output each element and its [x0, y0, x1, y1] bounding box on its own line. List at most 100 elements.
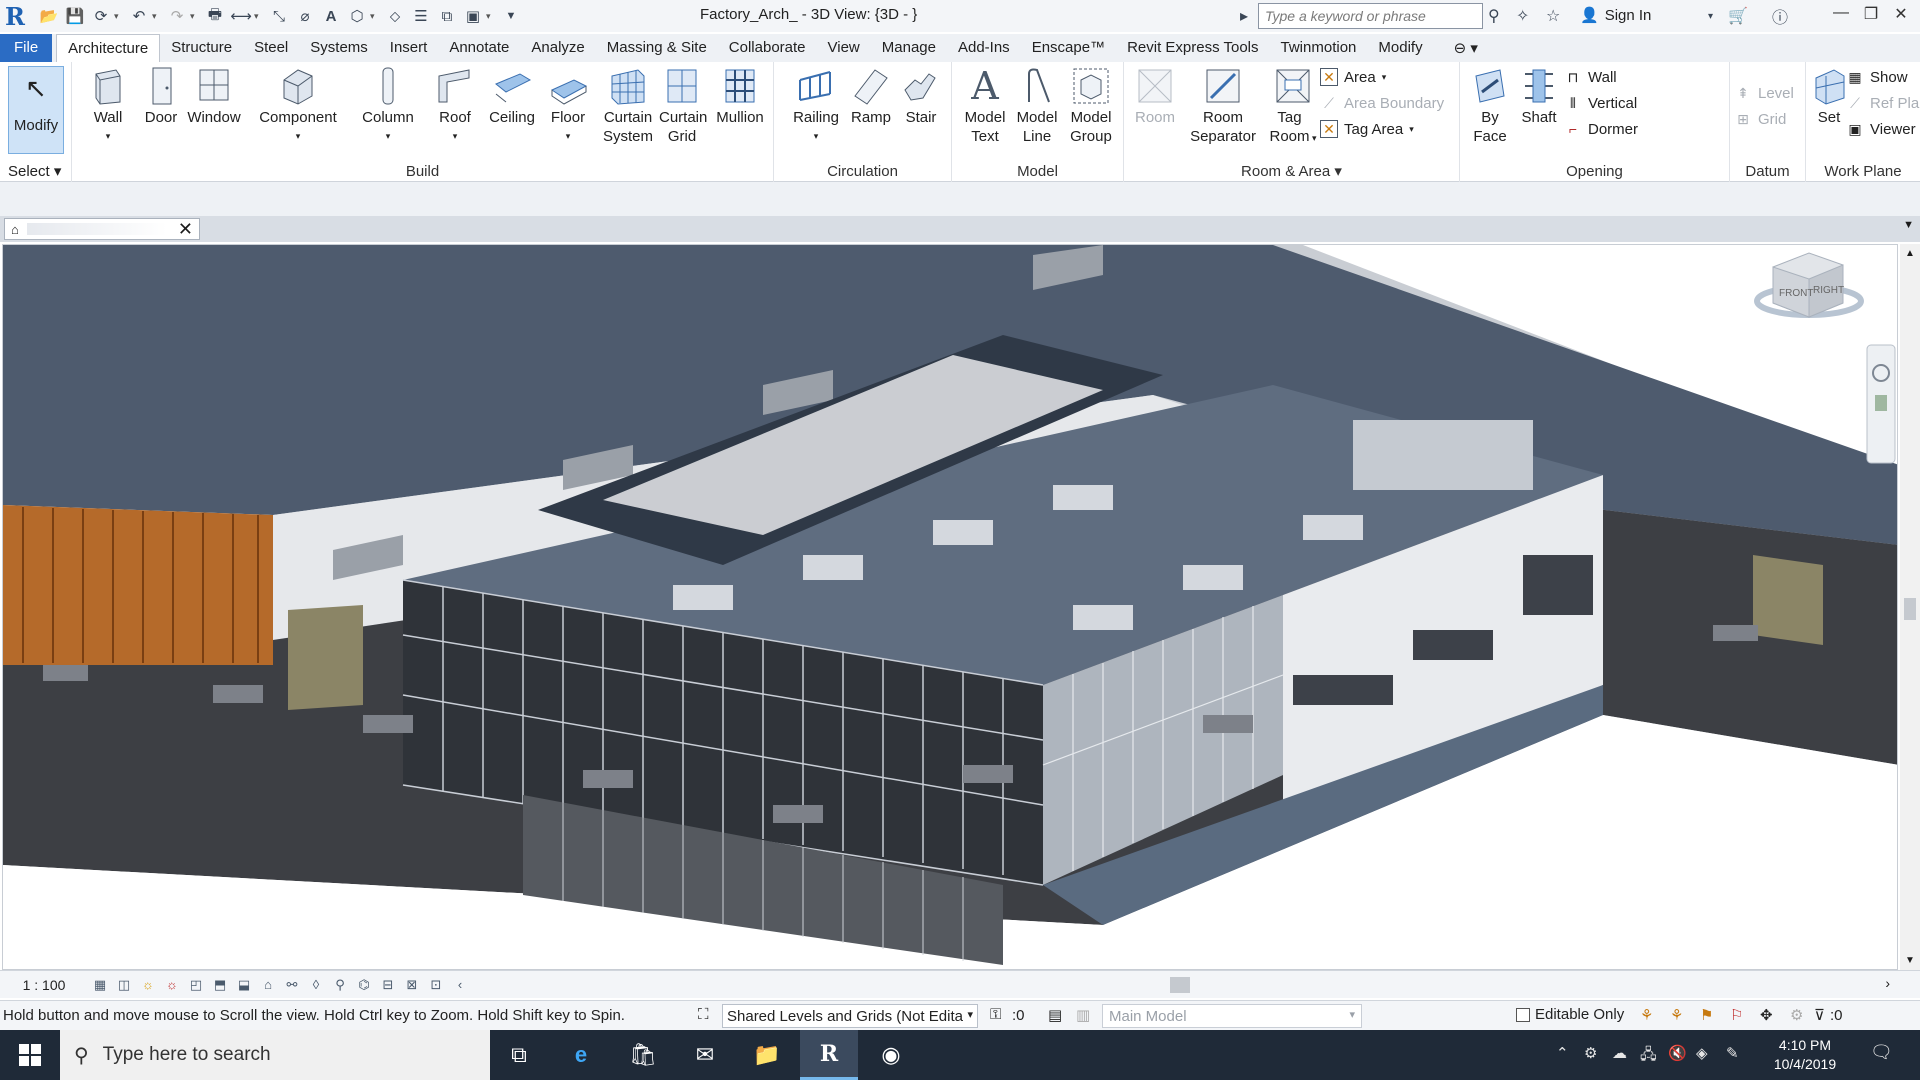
active-workset-select[interactable]: Shared Levels and Grids (Not Edita ▾ — [722, 1004, 978, 1028]
editing-requests-icon[interactable]: ⚿ — [990, 1006, 1001, 1023]
room-area-panel-title[interactable]: Room & Area ▾ — [1124, 162, 1459, 180]
system-clock[interactable]: 4:10 PM 10/4/2019 — [1760, 1036, 1850, 1074]
reveal-hidden-icon[interactable]: ◊ — [304, 974, 328, 996]
scroll-down-icon[interactable]: ▼ — [1905, 955, 1915, 966]
taskbar-search-input[interactable]: ⚲ Type here to search — [60, 1030, 490, 1080]
design-options-add-icon[interactable]: ▥ — [1076, 1006, 1090, 1024]
room-separator-button[interactable]: Room Separator — [1184, 66, 1262, 146]
restore-icon[interactable]: ❐ — [1856, 4, 1886, 24]
editable-only-toggle[interactable]: Editable Only — [1516, 1006, 1624, 1023]
binoculars-icon[interactable]: ⚲ — [1488, 0, 1500, 32]
show-button[interactable]: ▦ Show — [1846, 68, 1907, 86]
window-button[interactable]: Window — [182, 66, 246, 127]
tab-annotate[interactable]: Annotate — [438, 34, 520, 62]
tag-area-button[interactable]: ✕ Tag Area ▾ — [1320, 120, 1414, 138]
tab-overflow-icon[interactable]: ▼ — [1903, 219, 1914, 231]
grid-button[interactable]: ⊞ Grid — [1734, 110, 1786, 128]
undo-icon[interactable]: ↶ — [126, 4, 152, 28]
wall-opening-button[interactable]: ⊓ Wall — [1564, 68, 1617, 86]
customize-qat-icon[interactable]: ▼ — [498, 4, 524, 28]
component-button[interactable]: Component ▾ — [250, 66, 346, 146]
pen-icon[interactable]: ✎ — [1726, 1044, 1739, 1062]
sun-path-icon[interactable]: ☼ — [136, 974, 160, 996]
open-icon[interactable]: 📂 — [36, 4, 62, 28]
3d-viewport[interactable]: FRONT RIGHT — [2, 244, 1898, 970]
dropbox-icon[interactable]: ◈ — [1696, 1044, 1708, 1062]
highlight-displacement-icon[interactable]: ⊟ — [376, 974, 400, 996]
door-button[interactable]: Door — [136, 66, 186, 127]
area-boundary-button[interactable]: ⟋ Area Boundary — [1320, 94, 1444, 112]
file-explorer-icon[interactable]: 📁 — [738, 1030, 796, 1080]
chevron-down-icon[interactable]: ▾ — [486, 11, 498, 22]
reveal-constraints-icon[interactable]: ⊠ — [400, 974, 424, 996]
design-option-select[interactable]: Main Model ▾ — [1102, 1004, 1362, 1028]
detail-level-icon[interactable]: ▦ — [88, 974, 112, 996]
chrome-icon[interactable]: ◉ — [862, 1030, 920, 1080]
worksets-icon[interactable]: ⛶ — [698, 1006, 709, 1023]
analytical-model-icon[interactable]: ⌬ — [352, 974, 376, 996]
temp-hide-icon[interactable]: ⚯ — [280, 974, 304, 996]
revit-taskbar-icon[interactable]: R — [800, 1030, 858, 1080]
select-pinned-icon[interactable]: ⚑ — [1700, 1006, 1713, 1024]
stair-button[interactable]: Stair — [896, 66, 946, 127]
tab-modify[interactable]: Modify — [1367, 34, 1433, 62]
chevron-down-icon[interactable]: ▾ — [114, 11, 126, 22]
close-icon[interactable]: ✕ — [178, 219, 193, 240]
roof-button[interactable]: Roof ▾ — [426, 66, 484, 146]
wall-button[interactable]: Wall ▾ — [78, 66, 138, 146]
tab-file[interactable]: File — [0, 34, 53, 62]
tab-insert[interactable]: Insert — [379, 34, 439, 62]
chevron-down-icon[interactable]: ▾ — [152, 11, 164, 22]
edge-icon[interactable]: e — [552, 1030, 610, 1080]
tab-twinmotion[interactable]: Twinmotion — [1270, 34, 1368, 62]
area-button[interactable]: ✕ Area ▾ — [1320, 68, 1386, 86]
switch-windows-icon[interactable]: ▣ — [460, 4, 486, 28]
render-icon[interactable]: ◰ — [184, 974, 208, 996]
unlocked-3d-icon[interactable]: ⌂ — [256, 974, 280, 996]
ref-plane-button[interactable]: ⟋ Ref Plane — [1846, 94, 1920, 112]
star-icon[interactable]: ☆ — [1546, 0, 1560, 32]
tray-chevron-up-icon[interactable]: ⌃ — [1556, 1044, 1569, 1062]
scroll-right-icon[interactable]: › — [1885, 975, 1890, 991]
model-text-button[interactable]: A Model Text — [958, 66, 1012, 146]
scroll-thumb[interactable] — [1904, 598, 1916, 620]
ribbon-display-toggle[interactable]: ⊖ ▾ — [1434, 34, 1489, 62]
temp-view-props-icon[interactable]: ⚲ — [328, 974, 352, 996]
chevron-right-icon[interactable]: ▸ — [1240, 0, 1248, 32]
shadows-icon[interactable]: ☼ — [160, 974, 184, 996]
search-input[interactable]: Type a keyword or phrase — [1258, 3, 1483, 29]
horizontal-scrollbar[interactable]: › — [480, 975, 1890, 993]
tab-steel[interactable]: Steel — [243, 34, 299, 62]
worksharing-display-icon[interactable]: ⊡ — [424, 974, 448, 996]
horizontal-scroll-thumb[interactable] — [1170, 977, 1190, 993]
viewer-button[interactable]: ▣ Viewer — [1846, 120, 1915, 138]
dormer-button[interactable]: ⌐ Dormer — [1564, 120, 1638, 138]
modify-button[interactable]: ↖ Modify — [8, 66, 64, 154]
model-line-button[interactable]: Model Line — [1012, 66, 1062, 146]
tab-systems[interactable]: Systems — [299, 34, 379, 62]
cart-icon[interactable]: 🛒 — [1728, 0, 1748, 32]
ramp-button[interactable]: Ramp — [846, 66, 896, 127]
floor-button[interactable]: Floor ▾ — [540, 66, 596, 146]
tray-cloud-icon[interactable]: ☁ — [1612, 1044, 1627, 1062]
save-icon[interactable]: 💾 — [62, 4, 88, 28]
chevron-down-icon[interactable]: ▾ — [254, 11, 266, 22]
tab-structure[interactable]: Structure — [160, 34, 243, 62]
filter-icon[interactable]: ⊽ — [1814, 1006, 1825, 1024]
tab-revit-express-tools[interactable]: Revit Express Tools — [1116, 34, 1269, 62]
tab-enscape[interactable]: Enscape™ — [1021, 34, 1116, 62]
network-icon[interactable]: 🖧 — [1640, 1044, 1657, 1069]
satellite-icon[interactable]: ✧ — [1516, 0, 1529, 32]
tab-manage[interactable]: Manage — [871, 34, 947, 62]
room-button[interactable]: Room — [1128, 66, 1182, 127]
navigation-bar[interactable] — [1866, 344, 1896, 464]
revit-logo-icon[interactable]: R — [0, 1, 30, 31]
chevron-down-icon[interactable]: ▾ — [1708, 0, 1713, 32]
store-icon[interactable]: 🛍 — [614, 1030, 672, 1080]
tab-collaborate[interactable]: Collaborate — [718, 34, 817, 62]
model-group-button[interactable]: Model Group — [1062, 66, 1120, 146]
curtain-system-button[interactable]: Curtain System — [600, 66, 656, 146]
select-by-face-icon[interactable]: ⚐ — [1730, 1006, 1743, 1024]
dimension-icon[interactable]: ⤡ — [266, 4, 292, 28]
design-options-icon[interactable]: ▤ — [1048, 1006, 1062, 1024]
